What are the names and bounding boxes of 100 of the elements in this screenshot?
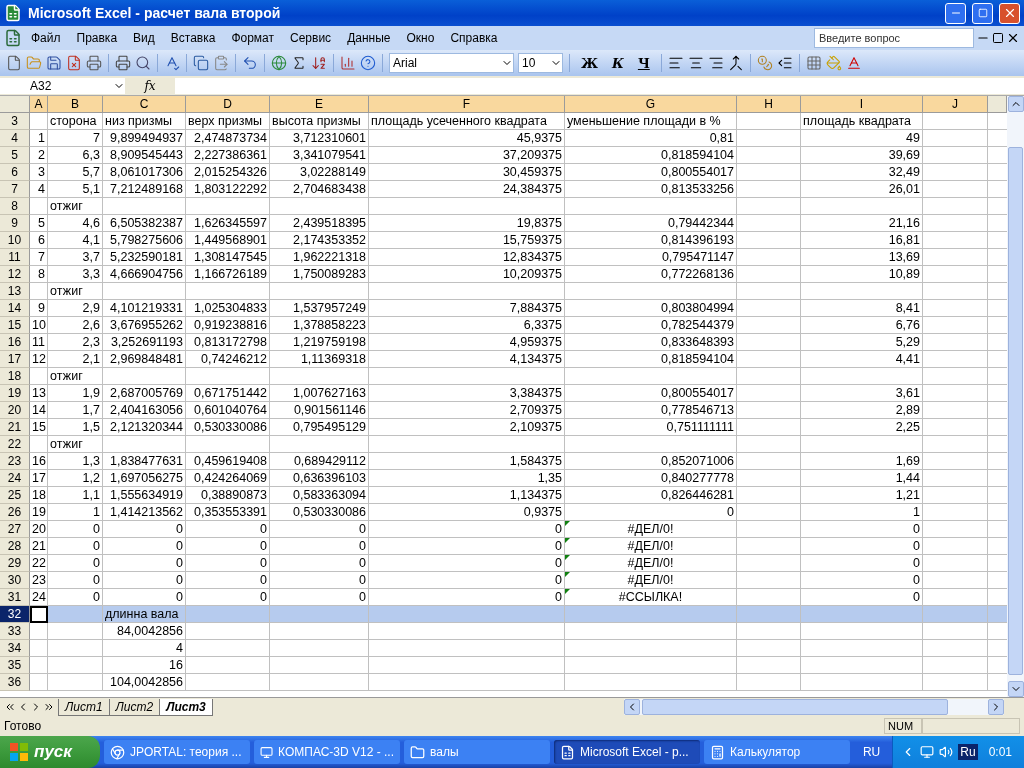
sheet-tab[interactable]: Лист1: [58, 698, 110, 716]
format-button[interactable]: К: [607, 55, 629, 71]
scroll-up-button[interactable]: [1007, 96, 1024, 112]
paste-icon[interactable]: [213, 55, 229, 71]
scroll-thumb[interactable]: [642, 699, 948, 715]
menu-item[interactable]: Файл: [24, 29, 68, 47]
align-right-icon[interactable]: [707, 55, 724, 71]
formula-field[interactable]: [175, 77, 1024, 94]
new-file-icon[interactable]: [6, 55, 22, 71]
taskbar-button[interactable]: валы: [404, 740, 550, 764]
column-header[interactable]: C: [103, 96, 186, 113]
scroll-right-button[interactable]: [988, 699, 1004, 715]
row-header[interactable]: 10: [0, 232, 30, 249]
help-search-field[interactable]: Введите вопрос: [814, 28, 974, 48]
row-header[interactable]: 21: [0, 419, 30, 436]
sheet-tab[interactable]: Лист3: [159, 698, 213, 716]
row-header[interactable]: 17: [0, 351, 30, 368]
first-sheet-icon[interactable]: [4, 701, 16, 713]
scroll-left-button[interactable]: [624, 699, 640, 715]
indent-icon[interactable]: [776, 55, 793, 71]
merge-icon[interactable]: [727, 55, 744, 71]
menu-item[interactable]: Вставка: [163, 29, 223, 47]
column-header[interactable]: I: [801, 96, 923, 113]
row-header[interactable]: 19: [0, 385, 30, 402]
row-header[interactable]: 27: [0, 521, 30, 538]
start-button[interactable]: пуск: [0, 736, 100, 768]
column-header[interactable]: G: [565, 96, 737, 113]
row-header[interactable]: 22: [0, 436, 30, 453]
taskbar-button[interactable]: JPORTAL: теория ...: [104, 740, 250, 764]
row-header[interactable]: 5: [0, 147, 30, 164]
name-box[interactable]: A32: [0, 77, 125, 94]
row-header[interactable]: 30: [0, 572, 30, 589]
search-icon[interactable]: [135, 55, 151, 71]
globe-icon[interactable]: [271, 55, 287, 71]
row-header[interactable]: 33: [0, 623, 30, 640]
row-header[interactable]: 24: [0, 470, 30, 487]
restore-button[interactable]: [972, 2, 993, 24]
scroll-thumb[interactable]: [1008, 147, 1023, 675]
row-header[interactable]: 29: [0, 555, 30, 572]
row-header[interactable]: 25: [0, 487, 30, 504]
align-left-icon[interactable]: [667, 55, 684, 71]
row-header[interactable]: 20: [0, 402, 30, 419]
menu-item[interactable]: Вид: [126, 29, 162, 47]
language-indicator[interactable]: RU: [854, 745, 889, 759]
row-header[interactable]: 28: [0, 538, 30, 555]
row-header[interactable]: 4: [0, 130, 30, 147]
row-header[interactable]: 8: [0, 198, 30, 215]
column-header[interactable]: B: [48, 96, 103, 113]
column-header[interactable]: E: [270, 96, 369, 113]
save-icon[interactable]: [46, 55, 62, 71]
font-dropdown[interactable]: Arial: [389, 53, 514, 73]
close-icon[interactable]: [1006, 31, 1020, 45]
minimize-button[interactable]: [945, 2, 966, 24]
column-header[interactable]: A: [30, 96, 48, 113]
function-button[interactable]: fx: [125, 78, 175, 93]
column-header[interactable]: F: [369, 96, 565, 113]
spellcheck-icon[interactable]: [164, 55, 180, 71]
format-button[interactable]: Ч: [632, 55, 655, 71]
menu-item[interactable]: Формат: [224, 29, 282, 47]
fill-color-icon[interactable]: [825, 55, 842, 71]
row-header[interactable]: 14: [0, 300, 30, 317]
undo-icon[interactable]: [242, 55, 258, 71]
row-header[interactable]: 12: [0, 266, 30, 283]
printer-icon[interactable]: [115, 55, 131, 71]
row-header[interactable]: 3: [0, 113, 30, 130]
scroll-down-button[interactable]: [1007, 681, 1024, 697]
row-header[interactable]: 9: [0, 215, 30, 232]
copy-icon[interactable]: [193, 55, 209, 71]
close-button[interactable]: [999, 2, 1020, 24]
menu-item[interactable]: Сервис: [283, 29, 339, 47]
taskbar-button[interactable]: Калькулятор: [704, 740, 850, 764]
taskbar-button[interactable]: Microsoft Excel - р...: [554, 740, 700, 764]
menu-item[interactable]: Справка: [443, 29, 505, 47]
menu-item[interactable]: Правка: [69, 29, 125, 47]
printer-icon[interactable]: [86, 55, 102, 71]
row-header[interactable]: 34: [0, 640, 30, 657]
format-button[interactable]: Ж: [576, 55, 604, 71]
row-header[interactable]: 7: [0, 181, 30, 198]
row-header[interactable]: 13: [0, 283, 30, 300]
column-header[interactable]: D: [186, 96, 270, 113]
row-header[interactable]: 35: [0, 657, 30, 674]
font-color-icon[interactable]: [845, 55, 862, 71]
menu-item[interactable]: Данные: [340, 29, 398, 47]
font-size-dropdown[interactable]: 10: [518, 53, 563, 73]
row-header[interactable]: 36: [0, 674, 30, 691]
workbook-icon[interactable]: [4, 29, 22, 47]
network-icon[interactable]: [920, 745, 935, 759]
column-header[interactable]: J: [923, 96, 988, 113]
volume-icon[interactable]: [939, 745, 954, 759]
row-header[interactable]: 15: [0, 317, 30, 334]
row-header[interactable]: 31: [0, 589, 30, 606]
row-header[interactable]: 23: [0, 453, 30, 470]
row-header[interactable]: 26: [0, 504, 30, 521]
bar-chart-icon[interactable]: [340, 55, 356, 71]
row-header[interactable]: 18: [0, 368, 30, 385]
borders-icon[interactable]: [805, 55, 822, 71]
row-header[interactable]: 32: [0, 606, 30, 623]
row-header[interactable]: 11: [0, 249, 30, 266]
restore-icon[interactable]: [992, 32, 1004, 44]
last-sheet-icon[interactable]: [43, 701, 55, 713]
